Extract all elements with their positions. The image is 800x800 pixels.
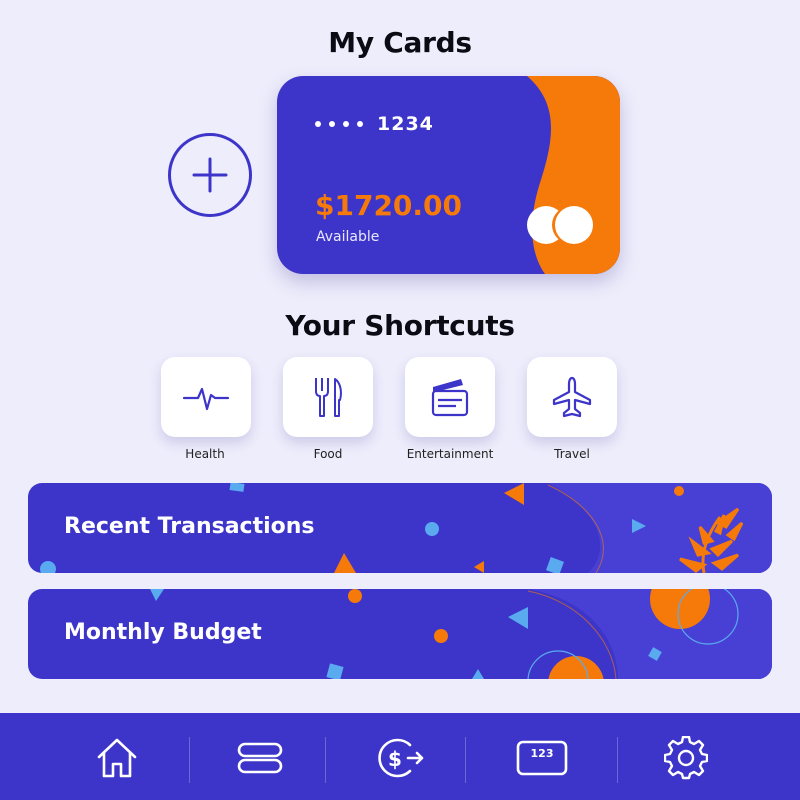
nav-settings[interactable] — [656, 733, 716, 783]
gear-icon — [664, 736, 708, 780]
nav-card-number[interactable]: 123 — [512, 733, 572, 783]
transfer-icon: $ — [378, 738, 424, 778]
home-icon — [97, 738, 137, 778]
masked-digits — [315, 121, 363, 127]
nav-divider — [189, 737, 190, 783]
card-number: 1234 — [315, 113, 434, 135]
clapperboard-icon — [431, 379, 469, 417]
card-balance: $1720.00 — [315, 189, 463, 222]
airplane-icon — [552, 376, 592, 418]
svg-text:$: $ — [388, 747, 402, 771]
card-number-glyph: 123 — [531, 747, 554, 760]
nav-home[interactable] — [87, 733, 147, 783]
monthly-budget-label: Monthly Budget — [64, 620, 262, 645]
shortcut-food[interactable] — [283, 357, 373, 437]
recent-transactions-label: Recent Transactions — [64, 514, 315, 539]
nav-divider — [617, 737, 618, 783]
card-number-icon: 123 — [516, 740, 568, 776]
shortcut-travel[interactable] — [527, 357, 617, 437]
plus-icon — [192, 157, 228, 193]
shortcut-entertainment[interactable] — [405, 357, 495, 437]
shortcut-label-food: Food — [313, 447, 343, 461]
card-network-logo — [527, 206, 597, 246]
bottom-nav: $ 123 — [0, 713, 800, 800]
recent-transactions-banner[interactable]: Recent Transactions — [28, 483, 772, 573]
available-label: Available — [316, 229, 380, 245]
shortcuts-title: Your Shortcuts — [285, 309, 515, 342]
shortcut-health[interactable] — [161, 357, 251, 437]
nav-cards[interactable] — [230, 733, 290, 783]
shortcut-label-travel: Travel — [554, 447, 590, 461]
shortcut-label-health: Health — [185, 447, 225, 461]
fork-knife-icon — [315, 378, 342, 417]
heartbeat-icon — [182, 387, 230, 411]
nav-divider — [325, 737, 326, 783]
card-last-digits: 1234 — [377, 113, 434, 135]
shortcut-label-entertainment: Entertainment — [406, 447, 494, 461]
monthly-budget-banner[interactable]: Monthly Budget — [28, 589, 772, 679]
nav-transfer[interactable]: $ — [370, 733, 430, 783]
nav-divider — [465, 737, 466, 783]
cards-icon — [237, 742, 283, 774]
my-cards-title: My Cards — [328, 26, 472, 59]
add-card-button[interactable] — [168, 133, 252, 217]
credit-card[interactable]: 1234 $1720.00 Available — [277, 76, 620, 274]
